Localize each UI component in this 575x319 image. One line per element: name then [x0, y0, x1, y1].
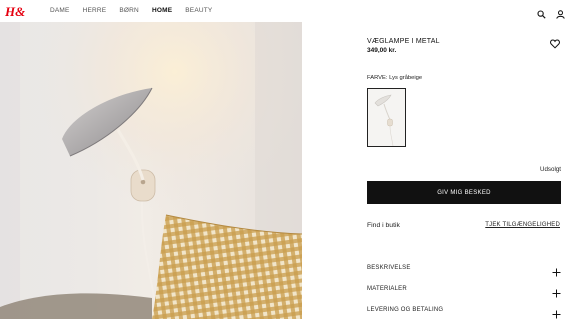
- product-price: 349,00 kr.: [367, 47, 397, 54]
- plus-icon: [552, 285, 561, 298]
- color-swatch-thumbnail[interactable]: [367, 88, 406, 147]
- nav-item-born[interactable]: BØRN: [119, 7, 139, 15]
- account-icon[interactable]: [556, 6, 565, 19]
- nav-item-dame[interactable]: DAME: [50, 7, 70, 15]
- find-in-store-label: Find i butik: [367, 222, 400, 229]
- nav-item-home[interactable]: HOME: [152, 7, 172, 15]
- accordion-label: LEVERING OG BETALING: [367, 307, 444, 313]
- hm-logo[interactable]: H&M: [4, 3, 37, 19]
- plus-icon: [552, 264, 561, 277]
- plus-icon: [552, 306, 561, 319]
- svg-text:H&M: H&M: [5, 4, 25, 19]
- nav-item-beauty[interactable]: BEAUTY: [185, 7, 212, 15]
- site-header: H&M DAME HERRE BØRN HOME BEAUTY: [0, 0, 575, 22]
- accordion-label: BESKRIVELSE: [367, 265, 411, 271]
- product-image: [0, 22, 302, 319]
- accordion-label: MATERIALER: [367, 286, 407, 292]
- accordion-materials[interactable]: MATERIALER: [367, 284, 561, 298]
- heart-icon[interactable]: [550, 36, 560, 49]
- product-title: VÆGLAMPE I METAL: [367, 38, 440, 45]
- color-label: FARVE: Lys gråbeige: [367, 75, 423, 81]
- stock-status: Udsolgt: [540, 166, 561, 173]
- nav-item-herre[interactable]: HERRE: [83, 7, 107, 15]
- accordion-description[interactable]: BESKRIVELSE: [367, 263, 561, 277]
- main-nav: DAME HERRE BØRN HOME BEAUTY: [50, 7, 225, 15]
- search-icon[interactable]: [537, 6, 546, 19]
- accordion-delivery-payment[interactable]: LEVERING OG BETALING: [367, 305, 561, 319]
- notify-me-button[interactable]: GIV MIG BESKED: [367, 181, 561, 204]
- check-availability-link[interactable]: TJEK TILGÆNGELIGHED: [485, 222, 560, 228]
